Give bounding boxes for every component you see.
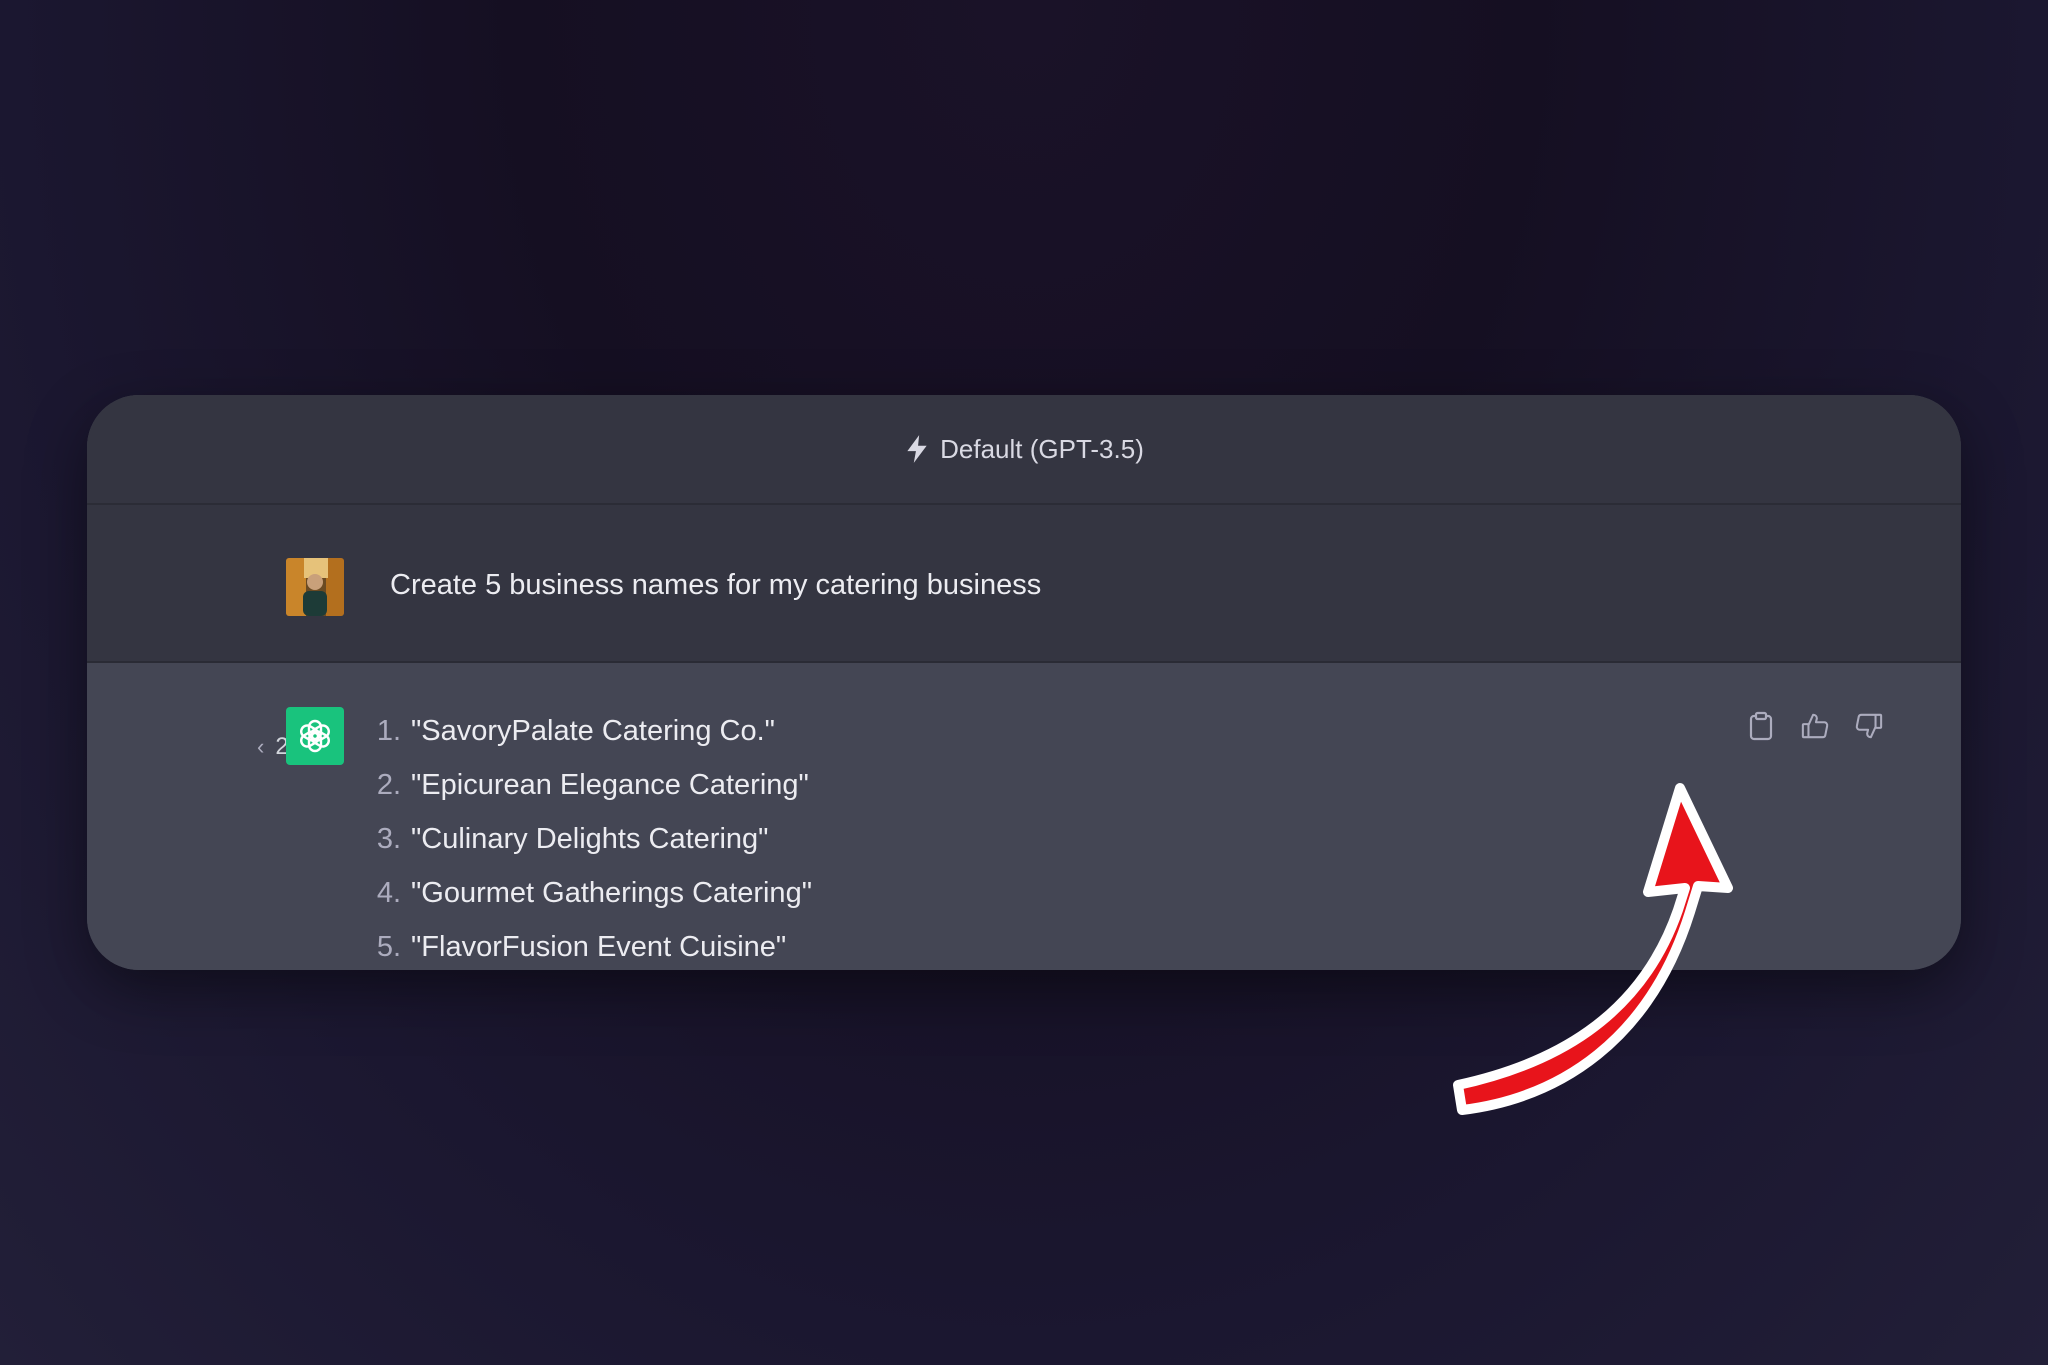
thumbs-down-icon <box>1855 713 1883 739</box>
list-item: 1. "SavoryPalate Catering Co." <box>376 715 775 747</box>
thumbs-up-icon <box>1801 713 1829 739</box>
thumbs-up-button[interactable] <box>1801 711 1829 741</box>
model-label: Default (GPT-3.5) <box>940 433 1144 464</box>
curved-arrow-icon <box>1453 783 1733 1115</box>
copy-button[interactable] <box>1747 711 1775 741</box>
user-message-row: Create 5 business names for my catering … <box>87 505 1961 663</box>
chatgpt-logo-icon <box>286 707 344 765</box>
user-message-text: Create 5 business names for my catering … <box>390 569 1042 601</box>
lightning-bolt-icon <box>907 435 927 463</box>
clipboard-icon <box>1749 711 1773 741</box>
answer-list: 1. "SavoryPalate Catering Co." 2. "Epicure… <box>357 711 812 970</box>
user-avatar <box>286 558 344 616</box>
list-item: 2. "Epicurean Elegance Catering" <box>376 769 809 801</box>
list-item: 5. "FlavorFusion Event Cuisine" <box>376 931 787 963</box>
list-item: 4. "Gourmet Gatherings Catering" <box>376 877 812 909</box>
list-item: 3. "Culinary Delights Catering" <box>376 823 769 855</box>
thumbs-down-button[interactable] <box>1855 711 1883 741</box>
model-header: Default (GPT-3.5) <box>87 395 1961 505</box>
chevron-left-icon[interactable]: ‹ <box>257 734 265 760</box>
message-actions <box>1747 711 1883 741</box>
